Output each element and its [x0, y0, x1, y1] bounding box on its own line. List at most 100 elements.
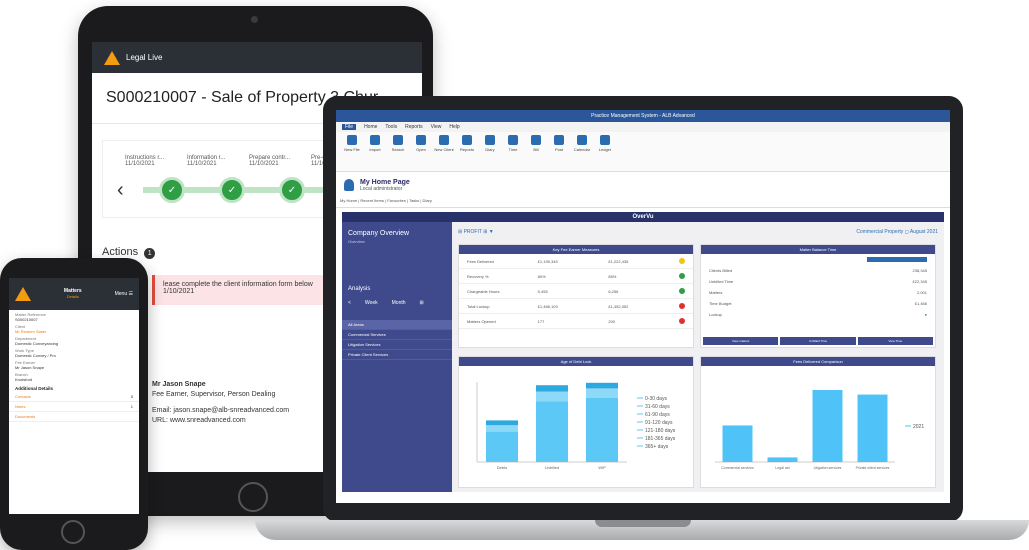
tablet-header: Legal Live — [92, 42, 422, 73]
tab-file[interactable]: File — [342, 124, 357, 130]
x-tick-label: Litigation services — [814, 466, 842, 470]
month-button[interactable]: Month — [392, 300, 406, 306]
time-bar — [867, 257, 927, 262]
tab-view[interactable]: View — [431, 124, 442, 130]
time-row: Matters 2,001 — [709, 290, 927, 295]
tab-reports[interactable]: Reports — [405, 124, 423, 130]
device-mockup-stage: Legal Live S000210007 - Sale of Property… — [0, 0, 1029, 550]
week-button[interactable]: Week — [365, 300, 378, 306]
view-time-button[interactable]: View Time — [857, 337, 933, 345]
additional-details-heading: Additional Details — [15, 386, 54, 391]
time-row: Time Budget £1,466 — [709, 301, 927, 306]
ribbon-button[interactable]: Post — [549, 135, 569, 168]
ribbon-button[interactable]: Open — [411, 135, 431, 168]
phone-subtitle[interactable]: Details — [67, 294, 79, 299]
bar-segment — [536, 401, 568, 462]
ribbon-button[interactable]: Ledger — [595, 135, 615, 168]
prev-period-button[interactable]: < — [348, 300, 351, 306]
ribbon-button[interactable]: Time — [503, 135, 523, 168]
x-tick-label: Commercial services — [721, 466, 754, 470]
dashboard-toolbar: ⊞ PROFIT ⊞ ▼ Commercial Property ◻ Augus… — [458, 226, 938, 238]
ribbon-button[interactable]: Search — [388, 135, 408, 168]
app-logo-icon — [104, 50, 120, 65]
ribbon-button[interactable]: Import — [365, 135, 385, 168]
panel-buttons: View matters Unbilled Time View Time — [703, 337, 933, 345]
ribbon-button[interactable]: New File — [342, 135, 362, 168]
overvu-header: OverVu — [342, 212, 944, 222]
sidebar-item-litigation[interactable]: Litigation Services — [342, 340, 452, 350]
menu-button[interactable]: Menu ☰ — [115, 291, 133, 297]
fees-comparison-chart: Commercial services Legal aid Litigation s… — [715, 390, 924, 470]
status-dot-icon — [679, 318, 686, 324]
field: Work Type Domestic Convey / Pro — [15, 348, 56, 358]
home-page-header: My Home Page Local administrator — [336, 172, 950, 198]
app-logo-icon — [15, 287, 31, 301]
time-row: Clients Billed 238,345 — [709, 268, 927, 273]
import-icon — [370, 135, 380, 145]
bar-segment — [486, 431, 518, 462]
laptop-device: Practice Management System - ALB Advance… — [323, 96, 963, 522]
unbilled-time-button[interactable]: Unbilled Time — [780, 337, 856, 345]
field: Client Mr Reuben Slater — [15, 324, 47, 334]
age-of-debt-chart: Debts Unbilled WIP 0-30 days 31-60 days 61-90… — [476, 382, 676, 470]
link-row-notes[interactable]: Notes 1 — [9, 402, 139, 412]
bar — [857, 394, 888, 462]
x-tick-label: Unbilled — [545, 465, 559, 470]
tab-help[interactable]: Help — [449, 124, 459, 130]
view-matters-button[interactable]: View matters — [703, 337, 779, 345]
status-dot-icon — [679, 303, 686, 309]
ribbon-button[interactable]: Diary — [480, 135, 500, 168]
panel-title: Key Fee Earner Measures — [459, 245, 693, 254]
sidebar-item-all-areas[interactable]: All Areas — [342, 320, 452, 330]
tab-home[interactable]: Home — [364, 124, 377, 130]
period-selector[interactable]: Commercial Property ◻ August 2021 — [856, 229, 938, 235]
sidebar-heading: Company Overview — [348, 230, 410, 237]
x-tick-label: Debts — [497, 465, 507, 470]
key-measures-panel: Key Fee Earner Measures Fees Delivered £1… — [458, 244, 694, 348]
bar-segment — [486, 420, 518, 426]
contact-name: Mr Jason Snape — [152, 381, 206, 388]
kpi-row: Matters Opened 177 200 — [459, 314, 693, 329]
link-row-contacts[interactable]: Contacts 5 — [9, 392, 139, 402]
step-complete-icon[interactable]: ✓ — [219, 177, 245, 203]
client-icon — [439, 135, 449, 145]
time-row: Unbilled Time £22,345 — [709, 279, 927, 284]
step-complete-icon[interactable]: ✓ — [279, 177, 305, 203]
home-button[interactable] — [61, 520, 85, 544]
step-label: Information r... 11/10/2021 — [187, 155, 226, 167]
grid-icon[interactable]: ⊞ — [420, 300, 424, 306]
ribbon-button[interactable]: Calendar — [572, 135, 592, 168]
chevron-left-icon[interactable]: ‹ — [117, 179, 124, 202]
sidebar-item-commercial[interactable]: Commercial Services — [342, 330, 452, 340]
panel-title: Age of Debt Lock — [459, 357, 693, 366]
link-row-documents[interactable]: Documents — [9, 412, 139, 422]
home-button[interactable] — [238, 482, 268, 512]
app-name: Legal Live — [126, 53, 163, 62]
bar-segment — [586, 382, 618, 389]
sidebar-item-private-client[interactable]: Private Client Services — [342, 350, 452, 360]
bill-icon — [531, 135, 541, 145]
breadcrumb[interactable]: My Home | Recent Items | Favourites | Ta… — [336, 198, 950, 208]
bar-segment — [586, 398, 618, 462]
ribbon-button[interactable]: New Client — [434, 135, 454, 168]
contact-url[interactable]: URL: www.snreadvanced.com — [152, 416, 289, 426]
actions-count-badge: 1 — [144, 248, 156, 259]
ribbon-button[interactable]: Reports — [457, 135, 477, 168]
step-label: Instructions r... 11/10/2021 — [125, 155, 165, 167]
open-icon — [416, 135, 426, 145]
laptop-screen: Practice Management System - ALB Advance… — [336, 110, 950, 503]
status-dot-icon — [679, 258, 686, 264]
contact-email[interactable]: Email: jason.snape@alb-snreadvanced.com — [152, 406, 289, 416]
legend-label: 121-180 days — [645, 428, 676, 434]
actions-label: Actions — [102, 246, 139, 258]
window-title: Practice Management System - ALB Advance… — [336, 110, 950, 122]
time-row: Lockup ● — [709, 312, 927, 317]
contact-card: ⚲ Mr Jason Snape Fee Earner, Supervisor,… — [112, 380, 289, 426]
profit-filter[interactable]: ⊞ PROFIT ⊞ ▼ — [458, 229, 494, 235]
camera-icon — [251, 16, 258, 23]
legend-label: 91-120 days — [645, 420, 673, 426]
ribbon-button[interactable]: Bill — [526, 135, 546, 168]
tab-tools[interactable]: Tools — [385, 124, 397, 130]
step-complete-icon[interactable]: ✓ — [159, 177, 185, 203]
x-tick-label: Legal aid — [775, 466, 789, 470]
